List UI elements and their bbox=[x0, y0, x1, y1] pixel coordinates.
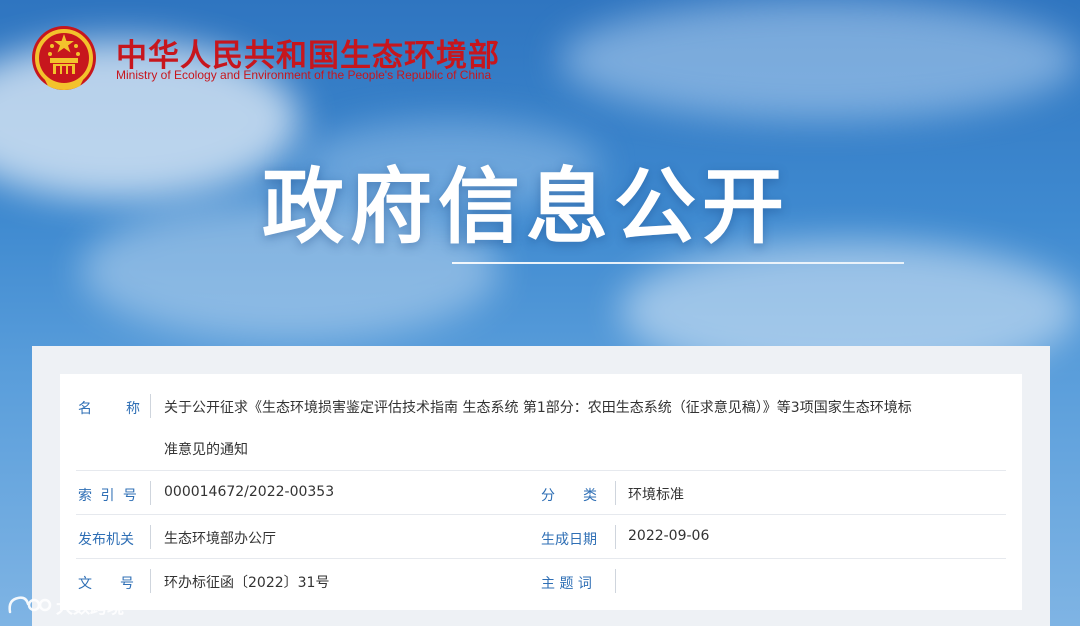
publisher-value: 生态环境部办公厅 bbox=[164, 531, 276, 547]
doc-number-value: 环办标征函〔2022〕31号 bbox=[164, 575, 330, 591]
date-label: 生成日期 bbox=[541, 532, 597, 548]
row-divider bbox=[150, 569, 151, 593]
row-divider bbox=[615, 525, 616, 549]
watermark-logo-icon bbox=[8, 596, 52, 614]
index-value: 000014672/2022-00353 bbox=[164, 484, 335, 500]
row-divider bbox=[615, 569, 616, 593]
row-separator bbox=[76, 558, 1006, 559]
row-separator bbox=[76, 514, 1006, 515]
row-divider bbox=[150, 481, 151, 505]
index-label: 索 引 号 bbox=[78, 488, 139, 504]
row-divider bbox=[150, 525, 151, 549]
name-value-line1: 关于公开征求《生态环境损害鉴定评估技术指南 生态系统 第1部分：农田生态系统（征… bbox=[164, 400, 912, 416]
row-divider bbox=[150, 394, 151, 418]
national-emblem-icon[interactable] bbox=[30, 24, 98, 94]
info-panel: 名 称 关于公开征求《生态环境损害鉴定评估技术指南 生态系统 第1部分：农田生态… bbox=[32, 346, 1050, 626]
subject-label: 主 题 词 bbox=[541, 576, 592, 592]
banner-divider bbox=[452, 262, 904, 264]
category-label: 分 类 bbox=[541, 488, 597, 504]
watermark: 大数跨境 bbox=[6, 590, 124, 620]
watermark-text: 大数跨境 bbox=[56, 597, 124, 618]
category-value: 环境标准 bbox=[628, 487, 684, 503]
site-subtitle: Ministry of Ecology and Environment of t… bbox=[116, 68, 492, 82]
record-card: 名 称 关于公开征求《生态环境损害鉴定评估技术指南 生态系统 第1部分：农田生态… bbox=[60, 374, 1022, 610]
publisher-label: 发布机关 bbox=[78, 532, 134, 548]
row-separator bbox=[76, 470, 1006, 471]
name-label: 名 称 bbox=[78, 401, 142, 417]
row-divider bbox=[615, 481, 616, 505]
name-value-line2: 准意见的通知 bbox=[164, 442, 248, 458]
banner-title: 政府信息公开 bbox=[262, 160, 791, 255]
date-value: 2022-09-06 bbox=[628, 528, 710, 544]
